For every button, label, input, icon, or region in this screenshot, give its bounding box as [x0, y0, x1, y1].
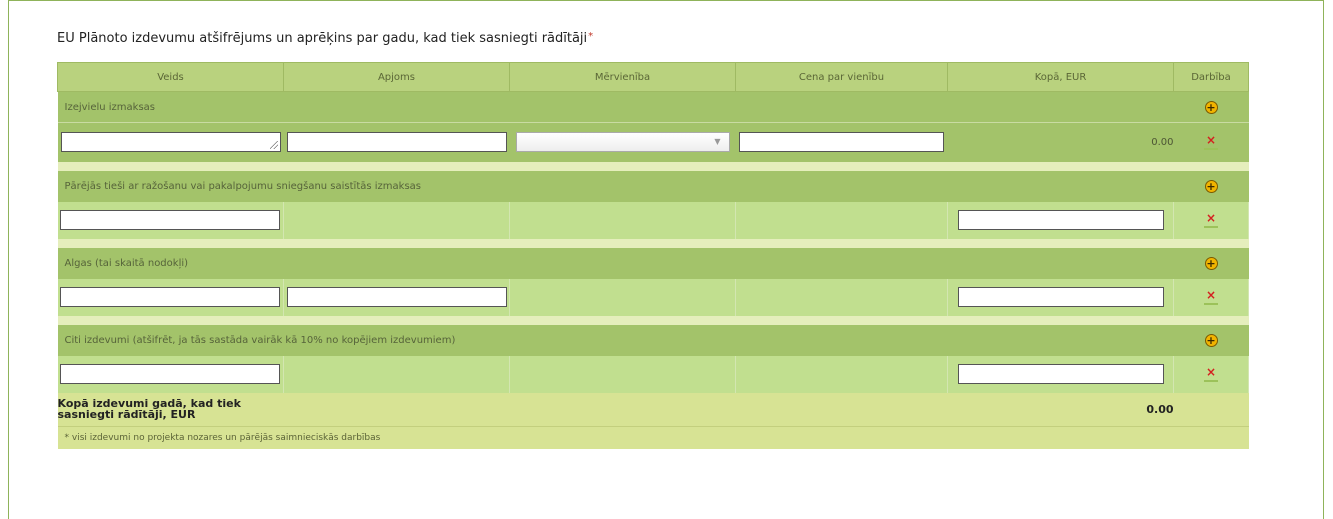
empty-cell [283, 392, 510, 427]
add-icon[interactable]: + [1204, 179, 1218, 193]
total-input[interactable] [957, 364, 1164, 384]
empty-cell [1173, 392, 1249, 427]
col-header-type: Veids [57, 62, 284, 92]
add-icon[interactable]: + [1204, 256, 1218, 270]
total-input[interactable] [957, 287, 1164, 307]
section-separator [57, 161, 1249, 171]
section-row: Pārējās tieši ar ražošanu vai pakalpojum… [57, 170, 1249, 202]
empty-cell [735, 355, 948, 393]
col-header-total: Kopā, EUR [947, 62, 1174, 92]
total-input[interactable] [957, 210, 1164, 230]
table-row: × [57, 355, 1249, 393]
section-label: Citi izdevumi (atšifrēt, ja tās sastāda … [57, 324, 1174, 356]
empty-cell [735, 392, 948, 427]
delete-icon[interactable]: × [1203, 289, 1219, 305]
amount-input[interactable] [286, 287, 507, 307]
type-input[interactable] [60, 364, 281, 384]
required-mark: * [588, 31, 594, 42]
section-label: Pārējās tieši ar ražošanu vai pakalpojum… [57, 170, 1174, 202]
chevron-down-icon: ▼ [714, 137, 721, 147]
unit-select[interactable]: ▼ [515, 132, 730, 153]
empty-cell [283, 201, 510, 239]
footnote-row: * visi izdevumi no projekta nozares un p… [57, 426, 1249, 449]
title-text: EU Plānoto izdevumu atšifrējums un aprēķ… [57, 31, 588, 46]
section-row: Citi izdevumi (atšifrēt, ja tās sastāda … [57, 324, 1249, 356]
type-input[interactable] [60, 287, 281, 307]
section-row: Algas (tai skaitā nodokļi) + [57, 247, 1249, 279]
section-row: Izejvielu izmaksas + [57, 91, 1249, 123]
empty-cell [283, 355, 510, 393]
amount-input[interactable] [286, 132, 507, 153]
footnote: * visi izdevumi no projekta nozares un p… [57, 426, 1249, 449]
empty-cell [509, 392, 736, 427]
section-label: Izejvielu izmaksas [57, 91, 1174, 123]
add-icon[interactable]: + [1204, 333, 1218, 347]
empty-cell [735, 278, 948, 316]
unit-price-input[interactable] [739, 132, 944, 153]
empty-cell [735, 201, 948, 239]
section-separator [57, 238, 1249, 248]
type-input[interactable] [60, 210, 281, 230]
table-row: × [57, 201, 1249, 239]
col-header-unit-price: Cena par vienību [735, 62, 948, 92]
empty-cell [509, 278, 736, 316]
delete-icon[interactable]: × [1203, 212, 1219, 228]
col-header-action: Darbība [1173, 62, 1249, 92]
empty-cell [509, 355, 736, 393]
row-total-value: 0.00 [947, 122, 1174, 162]
page-title: EU Plānoto izdevumu atšifrējums un aprēķ… [57, 31, 593, 46]
type-textarea[interactable] [60, 132, 281, 153]
expenses-table: Veids Apjoms Mērvienība Cena par vienību… [57, 62, 1249, 449]
col-header-amount: Apjoms [283, 62, 510, 92]
table-header-row: Veids Apjoms Mērvienība Cena par vienību… [57, 62, 1249, 92]
table-row: × [57, 278, 1249, 316]
section-label: Algas (tai skaitā nodokļi) [57, 247, 1174, 279]
grand-total-label: Kopā izdevumi gadā, kad tiek sasniegti r… [57, 392, 284, 427]
grand-total-value: 0.00 [947, 392, 1174, 427]
col-header-unit: Mērvienība [509, 62, 736, 92]
table-row: ▼ 0.00 × [57, 122, 1249, 162]
delete-icon[interactable]: × [1203, 134, 1219, 151]
grand-total-row: Kopā izdevumi gadā, kad tiek sasniegti r… [57, 392, 1249, 427]
delete-icon[interactable]: × [1203, 366, 1219, 382]
empty-cell [509, 201, 736, 239]
add-icon[interactable]: + [1204, 100, 1218, 114]
section-separator [57, 315, 1249, 325]
